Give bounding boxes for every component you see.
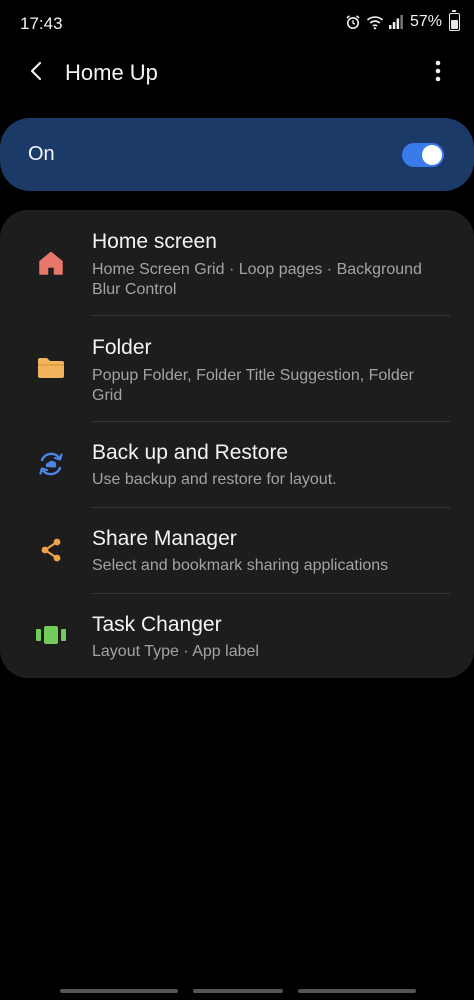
- back-arrow-icon: [29, 61, 45, 86]
- navigation-bar: [0, 980, 474, 1000]
- list-item-backup-restore[interactable]: Back up and Restore Use backup and resto…: [0, 422, 474, 507]
- battery-icon: [449, 10, 460, 31]
- master-switch-bar[interactable]: On: [0, 118, 474, 191]
- list-item-subtitle: Home Screen Grid · Loop pages · Backgrou…: [92, 261, 422, 298]
- alarm-icon: [345, 14, 361, 30]
- backup-restore-icon: [36, 449, 66, 479]
- nav-home-pill[interactable]: [193, 989, 283, 993]
- home-icon: [36, 248, 66, 278]
- wifi-icon: [366, 14, 384, 30]
- status-time: 17:43: [20, 14, 63, 33]
- settings-card: Home screen Home Screen Grid · Loop page…: [0, 210, 474, 678]
- list-item-title: Home screen: [92, 230, 217, 253]
- status-bar: 17:43 57%: [0, 0, 474, 46]
- app-bar: Home Up: [0, 48, 474, 98]
- toggle-knob: [422, 145, 442, 165]
- list-item-title: Share Manager: [92, 527, 237, 550]
- status-icons: 57%: [345, 10, 460, 31]
- page-title: Home Up: [65, 60, 158, 85]
- battery-fill: [451, 19, 458, 29]
- task-changer-icon: [36, 620, 66, 650]
- master-switch-label: On: [28, 143, 55, 165]
- list-item-task-changer[interactable]: Task Changer Layout Type · App label: [0, 594, 474, 678]
- list-item-share-manager[interactable]: Share Manager Select and bookmark sharin…: [0, 508, 474, 593]
- share-icon: [36, 535, 66, 565]
- list-item-home-screen[interactable]: Home screen Home Screen Grid · Loop page…: [0, 210, 474, 315]
- battery-percent: 57%: [409, 13, 442, 30]
- list-item-title: Back up and Restore: [92, 441, 289, 464]
- more-vertical-icon: [435, 60, 441, 87]
- list-item-subtitle: Use backup and restore for layout.: [92, 471, 337, 488]
- folder-icon: [36, 353, 66, 383]
- list-item-subtitle: Layout Type · App label: [92, 643, 259, 660]
- list-item-folder[interactable]: Folder Popup Folder, Folder Title Sugges…: [0, 316, 474, 421]
- nav-recents-pill[interactable]: [60, 989, 178, 993]
- back-button[interactable]: [22, 58, 52, 88]
- list-item-subtitle: Select and bookmark sharing applications: [92, 557, 389, 574]
- signal-icon: [388, 14, 403, 30]
- list-item-title: Task Changer: [92, 613, 222, 636]
- more-options-button[interactable]: [426, 58, 450, 88]
- list-item-title: Folder: [92, 336, 152, 359]
- list-item-subtitle: Popup Folder, Folder Title Suggestion, F…: [92, 367, 414, 404]
- master-toggle-switch[interactable]: [402, 143, 444, 167]
- nav-back-pill[interactable]: [298, 989, 416, 993]
